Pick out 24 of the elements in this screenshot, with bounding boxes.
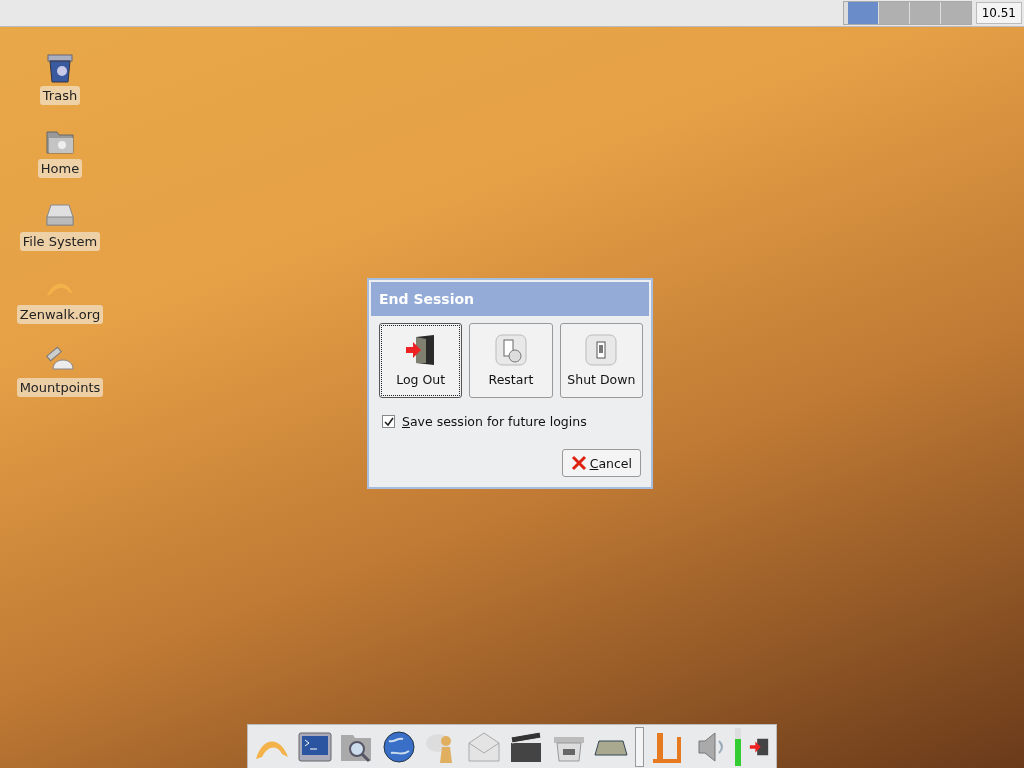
save-session-checkbox[interactable]: Save session for future logins <box>371 398 649 429</box>
cancel-x-icon <box>570 455 587 471</box>
desktop-icon-label[interactable]: Zenwalk.org <box>16 305 104 324</box>
cancel-button[interactable]: Cancel <box>561 449 641 477</box>
session-action-button[interactable]: Restart <box>469 323 553 398</box>
desktop-icon-label[interactable]: Mountpoints <box>16 378 104 397</box>
workspace-button[interactable] <box>909 2 940 24</box>
dialog-title: End Session <box>371 282 649 316</box>
checkbox-square[interactable] <box>382 415 395 428</box>
desktop-icon-label[interactable]: Home <box>37 159 83 178</box>
session-action-button[interactable]: Log Out <box>379 323 463 398</box>
session-action-button[interactable]: Shut Down <box>559 323 643 398</box>
restart-icon <box>495 334 527 366</box>
globe-icon[interactable] <box>381 728 418 765</box>
workspace-button[interactable] <box>878 2 909 24</box>
trash-icon[interactable] <box>45 53 75 83</box>
volume-meter[interactable] <box>735 727 742 766</box>
desktop-icon-label[interactable]: File System <box>19 232 101 251</box>
power-switch-icon <box>585 334 618 366</box>
dock-handle[interactable] <box>635 726 645 767</box>
workspace-button[interactable] <box>940 2 971 24</box>
clock: 10.51 <box>975 2 1022 24</box>
workspace-button[interactable] <box>847 2 878 24</box>
desktop-icon-label[interactable]: Trash <box>39 86 81 105</box>
